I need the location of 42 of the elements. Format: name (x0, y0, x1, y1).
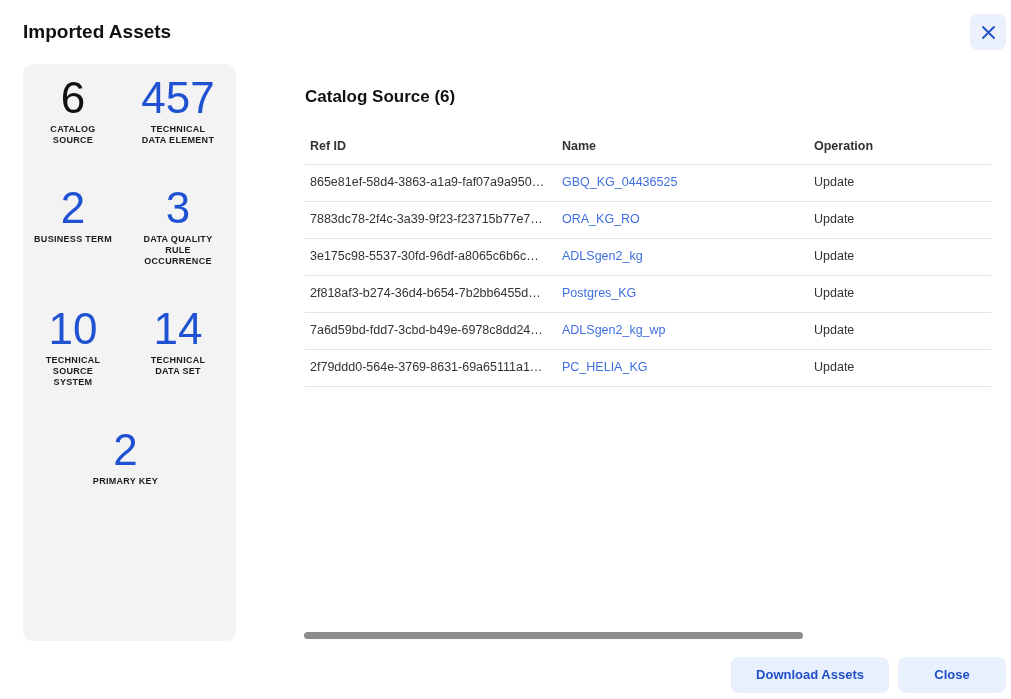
table-cell: Update (809, 312, 991, 349)
asset-count[interactable]: 2 (60, 186, 86, 230)
asset-name-link[interactable]: Postgres_KG (562, 286, 637, 301)
table-cell: 3e175c98-5537-30fd-96df-a8065c6b6c… (305, 238, 557, 275)
asset-type-label: TECHNICAL DATA SET (149, 355, 207, 377)
asset-name-link[interactable]: ADLSgen2_kg (562, 249, 643, 264)
table-cell: Update (809, 349, 991, 386)
asset-count[interactable]: 14 (153, 307, 203, 351)
asset-type-label: TECHNICAL SOURCE SYSTEM (44, 355, 102, 388)
asset-type-label: TECHNICAL DATA ELEMENT (140, 124, 216, 146)
asset-type-label: CATALOG SOURCE (49, 124, 97, 146)
table-cell: Update (809, 164, 991, 201)
asset-name-link[interactable]: GBQ_KG_04436525 (562, 175, 678, 190)
asset-type-label: PRIMARY KEY (91, 476, 160, 487)
download-button[interactable]: Download Assets (731, 657, 889, 693)
asset-type-label: BUSINESS TERM (33, 234, 113, 245)
asset-name-link[interactable]: PC_HELIA_KG (562, 360, 648, 375)
column-header: Operation (809, 130, 991, 164)
section-title: Catalog Source (6) (305, 87, 457, 107)
asset-count[interactable]: 2 (113, 428, 138, 472)
asset-count[interactable]: 10 (48, 307, 98, 351)
close-button[interactable] (970, 14, 1006, 50)
asset-count[interactable]: 6 (60, 76, 86, 120)
close-button[interactable]: Close (898, 657, 1006, 693)
asset-type-label: DATA QUALITY RULE OCCURRENCE (142, 234, 214, 267)
dialog-title: Imported Assets (23, 21, 172, 43)
table-cell: Update (809, 275, 991, 312)
table-cell: 7a6d59bd-fdd7-3cbd-b49e-6978c8dd24… (305, 312, 557, 349)
column-header: Ref ID (305, 130, 557, 164)
table-cell: Update (809, 238, 991, 275)
column-header: Name (557, 130, 809, 164)
table-cell: 865e81ef-58d4-3863-a1a9-faf07a9a950… (305, 164, 557, 201)
asset-name-link[interactable]: ADLSgen2_kg_wp (562, 323, 666, 338)
table-cell: Update (809, 201, 991, 238)
horizontal-scrollbar[interactable] (304, 632, 803, 639)
asset-count[interactable]: 457 (141, 76, 215, 120)
table-cell: 2f79ddd0-564e-3769-8631-69a65111a1… (305, 349, 557, 386)
table-cell: 2f818af3-b274-36d4-b654-7b2bb6455d… (305, 275, 557, 312)
asset-count[interactable]: 3 (165, 186, 191, 230)
asset-name-link[interactable]: ORA_KG_RO (562, 212, 640, 227)
table-cell: 7883dc78-2f4c-3a39-9f23-f23715b77e7… (305, 201, 557, 238)
close-icon (981, 25, 995, 39)
